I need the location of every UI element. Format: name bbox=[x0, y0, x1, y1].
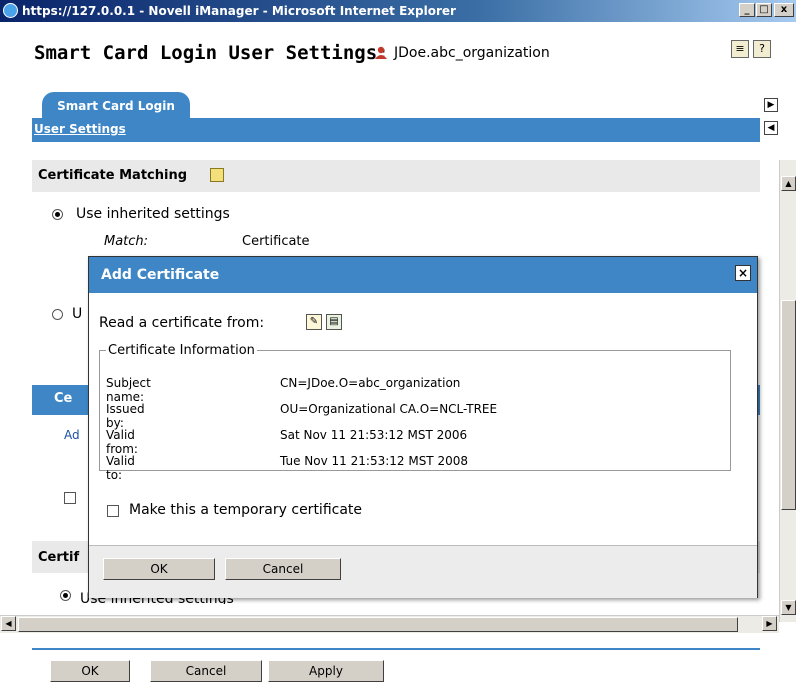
section2-heading: Certif bbox=[38, 550, 80, 565]
read-from-file-icon[interactable]: ▤ bbox=[326, 314, 342, 330]
window-title-bar: https://127.0.0.1 - Novell iManager - Mi… bbox=[0, 0, 796, 22]
scroll-up-icon[interactable]: ▲ bbox=[781, 176, 796, 191]
task-list-icon[interactable]: ≡ bbox=[731, 40, 749, 58]
fieldset-legend: Certificate Information bbox=[108, 343, 255, 358]
add-certificate-dialog: Add Certificate × Read a certificate fro… bbox=[88, 256, 758, 598]
vertical-scroll-thumb[interactable] bbox=[781, 300, 796, 510]
cert-row-value: CN=JDoe.O=abc_organization bbox=[280, 376, 461, 390]
subtab-user-settings[interactable]: User Settings bbox=[34, 122, 126, 136]
scroll-left-icon[interactable]: ◀ bbox=[1, 616, 16, 631]
temporary-certificate-label: Make this a temporary certificate bbox=[129, 502, 363, 518]
cert-row-value: Tue Nov 11 21:53:12 MST 2008 bbox=[280, 454, 468, 468]
maximize-button[interactable]: □ bbox=[756, 3, 772, 17]
vertical-scrollbar[interactable]: ▲ ▼ bbox=[779, 160, 796, 622]
match-value: Certificate bbox=[242, 234, 310, 249]
dialog-footer: OK Cancel bbox=[89, 545, 757, 598]
user-object-name: JDoe.abc_organization bbox=[394, 45, 550, 61]
cert-row-label: Subject name: bbox=[106, 376, 151, 404]
close-window-button[interactable]: x bbox=[774, 3, 794, 17]
dialog-title-bar: Add Certificate × bbox=[89, 257, 757, 293]
tab-smart-card-login[interactable]: Smart Card Login bbox=[42, 92, 190, 120]
radio-section2-inherited[interactable] bbox=[60, 590, 71, 601]
window-title: https://127.0.0.1 - Novell iManager - Mi… bbox=[22, 4, 456, 18]
horizontal-scrollbar[interactable]: ◀ ▶ bbox=[0, 615, 779, 633]
ok-button[interactable]: OK bbox=[50, 660, 130, 682]
edit-note-icon[interactable] bbox=[210, 168, 224, 182]
background-checkbox[interactable] bbox=[64, 492, 76, 504]
user-icon bbox=[375, 46, 387, 59]
section-heading: Certificate Matching bbox=[38, 168, 188, 183]
temporary-certificate-checkbox[interactable] bbox=[107, 505, 119, 517]
apply-button[interactable]: Apply bbox=[268, 660, 384, 682]
cert-row-label: Valid from: bbox=[106, 428, 138, 456]
read-from-smart-card-icon[interactable]: ✎ bbox=[306, 314, 322, 330]
dialog-close-icon[interactable]: × bbox=[735, 265, 751, 281]
table-header-label: Ce bbox=[54, 391, 73, 406]
cert-row-label: Valid to: bbox=[106, 454, 135, 482]
horizontal-scroll-thumb[interactable] bbox=[18, 617, 738, 632]
dialog-ok-button[interactable]: OK bbox=[103, 558, 215, 580]
certificate-information-fieldset: Certificate Information Subject name: CN… bbox=[99, 343, 731, 482]
add-link[interactable]: Ad bbox=[64, 428, 80, 442]
scroll-left-arrow-icon[interactable]: ◀ bbox=[764, 121, 778, 135]
certificate-matching-section: Certificate Matching bbox=[32, 160, 760, 192]
radio-use-inherited-label: Use inherited settings bbox=[76, 206, 230, 222]
radio-custom[interactable] bbox=[52, 309, 63, 320]
dialog-cancel-button[interactable]: Cancel bbox=[225, 558, 341, 580]
cert-row-value: OU=Organizational CA.O=NCL-TREE bbox=[280, 402, 498, 416]
match-label: Match: bbox=[104, 234, 149, 249]
scroll-down-icon[interactable]: ▼ bbox=[781, 600, 796, 615]
help-icon[interactable]: ? bbox=[753, 40, 771, 58]
minimize-button[interactable]: _ bbox=[739, 3, 755, 17]
radio-use-inherited[interactable] bbox=[52, 209, 63, 220]
read-from-label: Read a certificate from: bbox=[99, 315, 265, 331]
radio-custom-label: U bbox=[72, 306, 83, 322]
cert-row-value: Sat Nov 11 21:53:12 MST 2006 bbox=[280, 428, 468, 442]
cert-row-label: Issued by: bbox=[106, 402, 145, 430]
subtab-bar: User Settings bbox=[32, 118, 760, 142]
page-title: Smart Card Login User Settings: bbox=[34, 42, 389, 64]
scroll-right-icon[interactable]: ▶ bbox=[762, 616, 777, 631]
cancel-button[interactable]: Cancel bbox=[150, 660, 262, 682]
footer-divider bbox=[32, 648, 760, 650]
internet-explorer-icon bbox=[3, 3, 18, 18]
scroll-right-arrow-icon[interactable]: ▶ bbox=[764, 98, 778, 112]
dialog-title: Add Certificate bbox=[101, 267, 220, 283]
